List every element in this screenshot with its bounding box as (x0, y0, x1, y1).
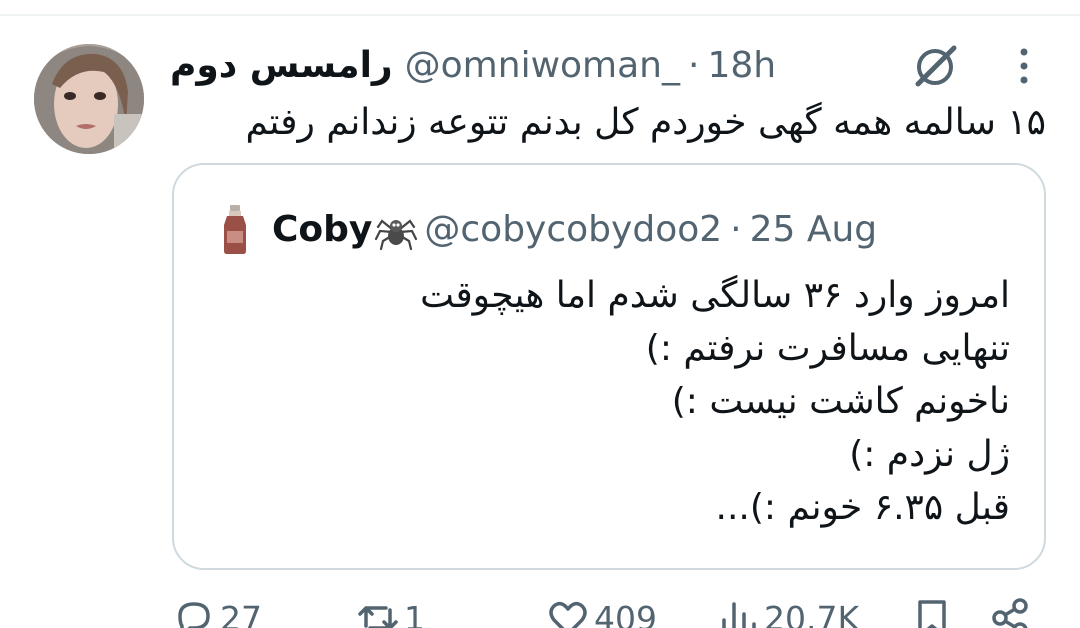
like-icon (549, 601, 587, 628)
repost-button[interactable]: 1 (356, 596, 425, 628)
views-button[interactable]: 20.7K (716, 596, 859, 628)
spider-emoji (375, 219, 418, 251)
top-divider (0, 14, 1080, 16)
quote-text: امروز وارد ۳۶ سالگی شدم اما هیچوقت تنهای… (420, 269, 1010, 534)
share-icon (992, 598, 1028, 628)
quote-line: ناخونم کاشت نیست :) (671, 381, 1010, 422)
views-icon (722, 602, 756, 628)
quote-line: ژل نزدم :) (849, 434, 1010, 475)
repost-count: 1 (404, 598, 425, 628)
quote-display-name[interactable]: Coby (272, 209, 372, 250)
separator-dot: · (687, 44, 700, 86)
quote-header: Coby @cobycobydoo2 · 25 Aug (272, 203, 877, 255)
quote-line: قبل ۶.۳۵ خونم :)... (715, 487, 1010, 528)
user-handle[interactable]: @omniwoman_ (405, 45, 680, 86)
reply-button[interactable]: 27 (172, 596, 262, 628)
tweet-header: رامسس دوم @omniwoman_ · 18h (170, 40, 776, 90)
quote-card[interactable]: Coby @cobycobydoo2 · 25 Aug امروز وارد ۳… (172, 163, 1046, 570)
action-bar: 27 1 409 20.7K (0, 596, 1080, 628)
repost-icon (358, 606, 398, 628)
quote-handle[interactable]: @cobycobydoo2 (424, 209, 722, 250)
like-button[interactable]: 409 (546, 596, 657, 628)
display-name[interactable]: رامسس دوم (170, 45, 393, 86)
tweet-text: ۱۵ سالمه همه گهی خوردم کل بدنم تتوعه زند… (245, 102, 1046, 143)
more-icon[interactable] (1006, 44, 1042, 88)
share-button[interactable] (988, 596, 1032, 628)
avatar[interactable] (34, 44, 144, 154)
bottle-avatar (224, 205, 246, 254)
grok-icon[interactable] (908, 38, 964, 94)
bookmark-icon (918, 600, 946, 628)
views-count: 20.7K (764, 598, 860, 628)
bookmark-button[interactable] (910, 596, 954, 628)
quote-separator-dot: · (730, 208, 742, 250)
quote-line: امروز وارد ۳۶ سالگی شدم اما هیچوقت (420, 275, 1010, 316)
avatar-image (34, 44, 144, 154)
reply-count: 27 (220, 598, 262, 628)
like-count: 409 (594, 598, 657, 628)
quote-line: تنهایی مسافرت نرفتم :) (645, 328, 1010, 369)
tweet-time[interactable]: 18h (707, 45, 776, 86)
quote-date: 25 Aug (749, 208, 878, 250)
reply-icon (178, 602, 210, 628)
